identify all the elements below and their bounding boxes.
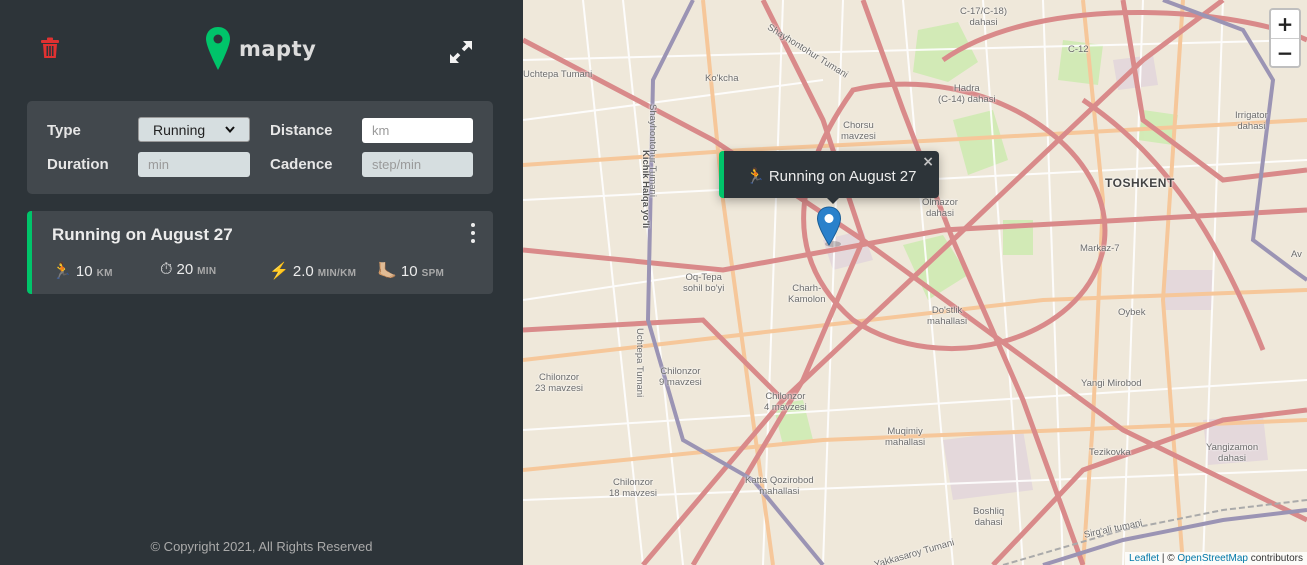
cadence-label: Cadence — [270, 156, 333, 173]
chevron-down-icon — [225, 126, 235, 133]
map-label-chorsu: Chorsu mavzesi — [841, 120, 876, 142]
stopwatch-icon: ⏱ — [160, 261, 173, 278]
duration-label: Duration — [47, 156, 109, 173]
workout-detail-distance: 🏃 10 km — [52, 261, 113, 281]
workout-title: Running on August 27 — [52, 225, 233, 244]
distance-value: 10 — [75, 263, 93, 280]
lightning-icon: ⚡ — [269, 263, 289, 280]
duration-input[interactable] — [138, 152, 250, 177]
type-select[interactable]: Running — [138, 117, 250, 142]
map-label-tezikovka: Tezikovka — [1089, 447, 1131, 458]
workout-detail-pace: ⚡ 2.0 min/km — [269, 261, 356, 281]
map-label-c12: C-12 — [1068, 44, 1089, 55]
distance-input[interactable] — [362, 118, 473, 143]
workout-detail-duration: ⏱ 20 min — [160, 261, 216, 279]
trash-icon[interactable] — [40, 37, 60, 59]
map-label-oybek: Oybek — [1118, 307, 1146, 318]
map-label-dostlik: Do'stlik mahallasi — [927, 305, 968, 327]
map-label-toshkent: TOSHKENT — [1105, 176, 1175, 190]
map-pin-logo-icon — [206, 27, 230, 70]
map-label-chilonzor-9: Chilonzor 9 mavzesi — [659, 366, 702, 388]
distance-unit: km — [96, 268, 113, 279]
map-label-katta-qozirobod: Katta Qozirobod mahallasi — [745, 475, 814, 497]
map-label-kichik-halqa: Kichik Halqa yo'li — [640, 150, 651, 229]
map-label-charh-kamolon: Charh- Kamolon — [788, 283, 826, 305]
copyright: © Copyright 2021, All Rights Reserved — [150, 539, 373, 554]
popup-text: 🏃 Running on August 27 — [746, 168, 917, 185]
cadence-value: 10 — [400, 263, 418, 280]
map-label-irrigator: Irrigator dahasi — [1235, 110, 1268, 132]
type-select-value: Running — [153, 121, 206, 138]
map-label-chilonzor-18: Chilonzor 18 mavzesi — [609, 477, 658, 499]
duration-value: 20 — [176, 261, 194, 278]
cadence-input[interactable] — [362, 152, 473, 177]
map-label-chilonzor-23: Chilonzor 23 mavzesi — [535, 372, 584, 394]
sidebar: mapty Type Running Distance Duration Cad… — [0, 0, 523, 565]
attribution-contributors: contributors — [1247, 553, 1303, 564]
map-label-hadra: Hadra (C-14) dahasi — [938, 83, 996, 105]
map[interactable]: Uchtepa Tumani Shayhontohur Tumani Shayh… — [523, 0, 1307, 565]
more-options-icon[interactable] — [467, 221, 479, 245]
map-label-chilonzor-4: Chilonzor 4 mavzesi — [764, 391, 807, 413]
map-label-yangizamon: Yangizamon dahasi — [1206, 442, 1259, 464]
leaflet-link[interactable]: Leaflet — [1129, 553, 1159, 564]
app-name: mapty — [239, 37, 317, 61]
map-label-markaz7: Markaz-7 — [1080, 243, 1120, 254]
logo: mapty — [205, 26, 316, 72]
map-label-kokcha: Ko'kcha — [705, 73, 739, 84]
foot-icon: 🦶🏼 — [377, 263, 397, 280]
workout-detail-cadence: 🦶🏼 10 spm — [377, 261, 444, 281]
map-label-av: Av — [1291, 249, 1302, 260]
workout-card[interactable]: Running on August 27 🏃 10 km ⏱ 20 min ⚡ … — [27, 211, 493, 294]
openstreetmap-link[interactable]: OpenStreetMap — [1177, 553, 1248, 564]
zoom-in-button[interactable]: + — [1271, 10, 1299, 38]
cadence-unit: spm — [421, 268, 445, 279]
map-label-uchtepa-vertical: Uchtepa Tumani — [634, 328, 645, 398]
workout-popup[interactable]: 🏃 Running on August 27 × — [719, 151, 939, 204]
map-label-uchtepa: Uchtepa Tumani — [523, 69, 593, 80]
close-icon[interactable]: × — [922, 154, 934, 170]
duration-unit: min — [197, 266, 217, 277]
pace-value: 2.0 — [292, 263, 314, 280]
map-attribution: Leaflet | © OpenStreetMap contributors — [1125, 552, 1307, 565]
map-marker-icon[interactable] — [816, 206, 842, 247]
pace-unit: min/km — [317, 268, 357, 279]
distance-label: Distance — [270, 122, 333, 139]
popup-tip — [824, 195, 842, 204]
type-label: Type — [47, 122, 81, 139]
map-label-dahasi-top: C-17/C-18) dahasi — [960, 6, 1007, 28]
map-label-boshliq: Boshliq dahasi — [973, 506, 1005, 528]
map-label-olmazor: Olmazor dahasi — [922, 197, 958, 219]
expand-icon[interactable] — [448, 39, 474, 65]
attribution-separator: | © — [1159, 553, 1178, 564]
map-label-oqtepa: Oq-Tepa sohil bo'yi — [683, 272, 725, 294]
map-label-yangi-mirobod: Yangi Mirobod — [1081, 378, 1142, 389]
workout-form: Type Running Distance Duration Cadence — [27, 101, 493, 194]
map-label-muqimiy: Muqimiy mahallasi — [885, 426, 926, 448]
zoom-out-button[interactable]: − — [1271, 38, 1299, 66]
zoom-control: + − — [1269, 8, 1301, 68]
runner-icon: 🏃 — [52, 263, 72, 280]
